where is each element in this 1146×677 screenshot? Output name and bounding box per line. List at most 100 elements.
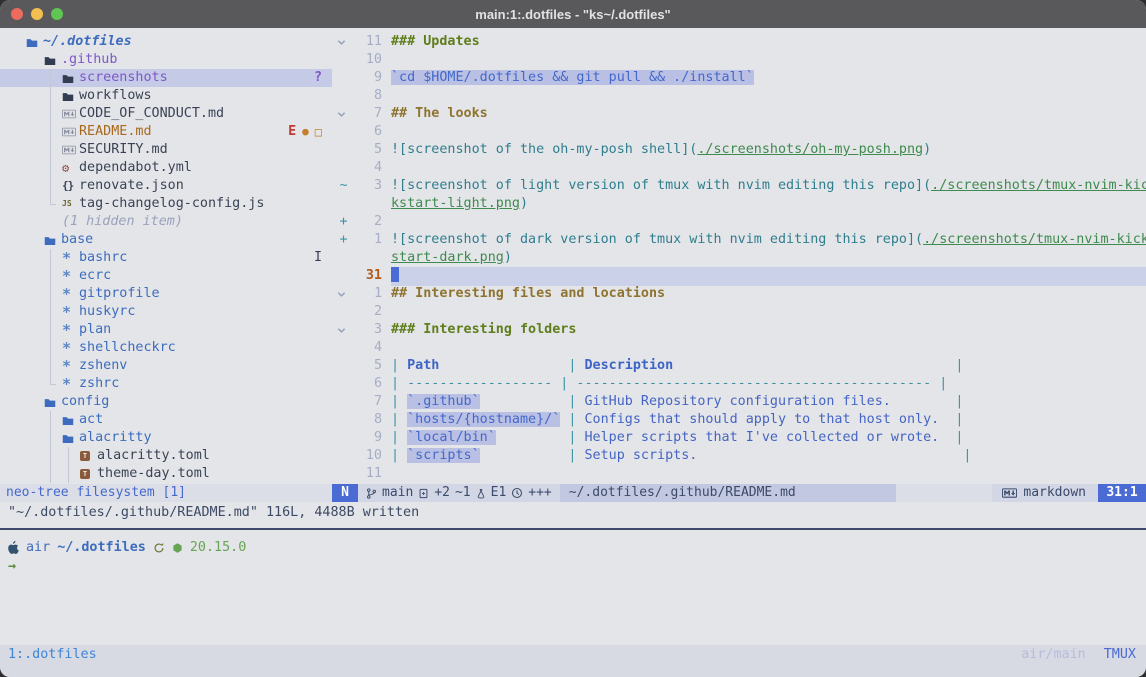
- markdown-link: start-dark.png: [391, 250, 504, 265]
- text-segment: ## The looks: [391, 106, 488, 121]
- tmux-status-bar: 1:.dotfiles air/mainTMUX: [0, 645, 1146, 677]
- tmux-session-name: air/main: [1021, 647, 1086, 662]
- tree-item-label: bashrc: [79, 249, 127, 267]
- line-text: | `local/bin` | Helper scripts that I've…: [391, 429, 1146, 447]
- nodejs-icon: [172, 542, 183, 554]
- editor-line[interactable]: 10: [332, 51, 1146, 69]
- tree-item-label: ecrc: [79, 267, 111, 285]
- tree-item-label: plan: [79, 321, 111, 339]
- tree-item-label: dependabot.yml: [79, 159, 192, 177]
- indent-guide: [50, 141, 51, 159]
- tree-item-readme-md[interactable]: README.mdE●□: [0, 123, 332, 141]
- cursor-position: 31:1: [1098, 484, 1146, 502]
- editor-line[interactable]: 6: [332, 123, 1146, 141]
- tree-item-label: zshenv: [79, 357, 127, 375]
- editor-line[interactable]: 4: [332, 159, 1146, 177]
- md-icon: [62, 141, 76, 159]
- editor-line[interactable]: 7## The looks: [332, 105, 1146, 123]
- markdown-link: ./screenshots/oh-my-posh.png: [697, 142, 923, 157]
- text-segment: |: [560, 412, 584, 427]
- tree-item-workflows[interactable]: workflows: [0, 87, 332, 105]
- tree-item-tag-changelog-config-js[interactable]: JStag-changelog-config.js: [0, 195, 332, 213]
- tree-item-bashrc[interactable]: *bashrcI: [0, 249, 332, 267]
- tree-item-screenshots[interactable]: screenshots?: [0, 69, 332, 87]
- indent-guide: [68, 447, 69, 465]
- tree-item-huskyrc[interactable]: *huskyrc: [0, 303, 332, 321]
- tree-item-shellcheckrc[interactable]: *shellcheckrc: [0, 339, 332, 357]
- line-number: 9: [348, 429, 382, 447]
- tree-item-config[interactable]: config: [0, 393, 332, 411]
- line-text: | ------------------ | -----------------…: [391, 375, 1146, 393]
- tree-item-theme-day-toml[interactable]: Ttheme-day.toml: [0, 465, 332, 483]
- tree-item-ecrc[interactable]: *ecrc: [0, 267, 332, 285]
- text-segment: |: [391, 430, 407, 445]
- tree-item-label: alacritty.toml: [97, 447, 210, 465]
- tree-item-alacritty[interactable]: alacritty: [0, 429, 332, 447]
- editor-line[interactable]: 11### Updates: [332, 33, 1146, 51]
- star-icon: *: [62, 285, 71, 303]
- tree-item-dependabot-yml[interactable]: ⚙dependabot.yml: [0, 159, 332, 177]
- editor-line[interactable]: 1## Interesting files and locations: [332, 285, 1146, 303]
- line-number: 5: [348, 357, 382, 375]
- line-text: | `scripts` | Setup scripts. |: [391, 447, 1146, 465]
- tree-item-label: gitprofile: [79, 285, 160, 303]
- editor-line[interactable]: start-dark.png): [332, 249, 1146, 267]
- text-segment: Configs that should apply to that host o…: [585, 412, 940, 427]
- folder-icon: [62, 411, 74, 429]
- line-number: 7: [348, 393, 382, 411]
- text-segment: `local/bin`: [407, 430, 496, 445]
- tree-item-alacritty-toml[interactable]: Talacritty.toml: [0, 447, 332, 465]
- editor-line[interactable]: 7| `.github` | GitHub Repository configu…: [332, 393, 1146, 411]
- tree-item--1-hidden-item-[interactable]: (1 hidden item): [0, 213, 332, 231]
- tree-item--dotfiles[interactable]: ~/.dotfiles: [0, 33, 332, 51]
- editor-line[interactable]: 5![screenshot of the oh-my-posh shell](.…: [332, 141, 1146, 159]
- tree-item-renovate-json[interactable]: {}renovate.json: [0, 177, 332, 195]
- editor-line[interactable]: 2: [332, 303, 1146, 321]
- tree-item-gitprofile[interactable]: * gitprofile: [0, 285, 332, 303]
- tree-item-label: SECURITY.md: [79, 141, 168, 159]
- tree-item-label: (1 hidden item): [62, 213, 183, 231]
- indent-guide: [50, 285, 51, 303]
- editor-buffer[interactable]: 11### Updates109`cd $HOME/.dotfiles && g…: [332, 28, 1146, 484]
- prompt-arrow[interactable]: →: [8, 557, 1146, 576]
- tree-item-base[interactable]: base: [0, 231, 332, 249]
- tree-item-label: config: [61, 393, 109, 411]
- text-segment: |: [480, 448, 585, 463]
- editor-line[interactable]: ~3![screenshot of light version of tmux …: [332, 177, 1146, 195]
- status-badge: I: [314, 249, 322, 267]
- editor-line[interactable]: +1![screenshot of dark version of tmux w…: [332, 231, 1146, 249]
- tree-item-label: renovate.json: [79, 177, 184, 195]
- tmux-window-name[interactable]: 1:.dotfiles: [8, 647, 97, 662]
- editor-line[interactable]: 8: [332, 87, 1146, 105]
- git-refresh-icon: [153, 542, 165, 554]
- editor-line[interactable]: 9`cd $HOME/.dotfiles && git pull && ./in…: [332, 69, 1146, 87]
- folder-icon: [44, 231, 56, 249]
- editor-line[interactable]: 11: [332, 465, 1146, 483]
- tree-item-act[interactable]: act: [0, 411, 332, 429]
- terminal-window: main:1:.dotfiles - "ks~/.dotfiles" ~/.do…: [0, 0, 1146, 677]
- text-segment: ## Interesting files and locations: [391, 286, 665, 301]
- tree-item-zshrc[interactable]: *zshrc: [0, 375, 332, 393]
- tree-item-code-of-conduct-md[interactable]: CODE_OF_CONDUCT.md: [0, 105, 332, 123]
- tmux-right-status: air/mainTMUX: [1021, 647, 1136, 662]
- editor-line[interactable]: 3### Interesting folders: [332, 321, 1146, 339]
- editor-line[interactable]: 31: [332, 267, 1146, 285]
- tree-item-plan[interactable]: *plan: [0, 321, 332, 339]
- editor-line[interactable]: 4: [332, 339, 1146, 357]
- editor-line[interactable]: 9 | `local/bin` | Helper scripts that I'v…: [332, 429, 1146, 447]
- editor-line[interactable]: +2: [332, 213, 1146, 231]
- tree-item-zshenv[interactable]: *zshenv: [0, 357, 332, 375]
- tree-item--github[interactable]: .github: [0, 51, 332, 69]
- tree-item-label: theme-day.toml: [97, 465, 210, 483]
- editor-line[interactable]: 5| Path | Description |: [332, 357, 1146, 375]
- editor-line[interactable]: kstart-light.png): [332, 195, 1146, 213]
- tree-item-security-md[interactable]: SECURITY.md: [0, 141, 332, 159]
- text-segment: ### Interesting folders: [391, 322, 576, 337]
- editor-line[interactable]: 10| `scripts` | Setup scripts. |: [332, 447, 1146, 465]
- shell-pane[interactable]: air~/.dotfiles20.15.0 →: [0, 530, 1146, 645]
- line-number: 2: [348, 303, 382, 321]
- indent-guide: [50, 159, 51, 177]
- editor-line[interactable]: 8| `hosts/{hostname}/` | Configs that sh…: [332, 411, 1146, 429]
- editor-line[interactable]: 6| ------------------ | ----------------…: [332, 375, 1146, 393]
- tree-item-label: alacritty: [79, 429, 152, 447]
